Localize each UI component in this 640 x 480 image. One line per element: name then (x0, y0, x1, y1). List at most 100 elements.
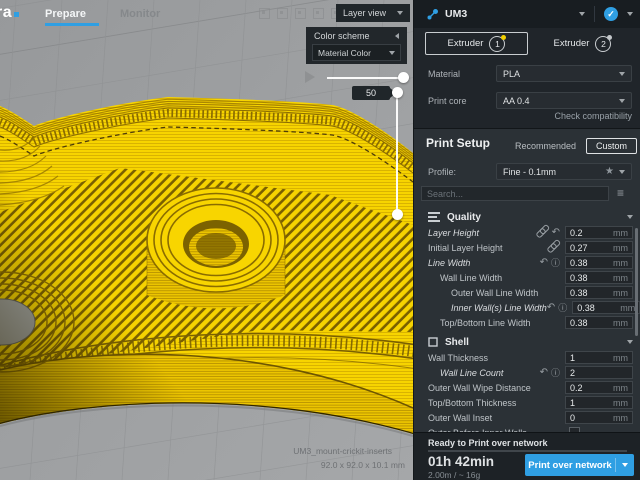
info-icon[interactable]: ⓘ (551, 258, 560, 268)
setting-row: Top/Bottom Line Width 0.38mm (414, 315, 640, 330)
network-printer-icon (426, 8, 439, 21)
revert-icon[interactable]: ↶ (540, 368, 548, 378)
extruder-tabs: Extruder 1 Extruder 2 (425, 32, 634, 55)
setting-value-field[interactable]: 0.38mm (565, 316, 633, 329)
path-slider-handle[interactable] (398, 72, 409, 83)
revert-icon[interactable]: ↶ (547, 303, 555, 313)
tab-prepare-underline (45, 23, 99, 26)
tool-icon-2-icon[interactable] (277, 8, 288, 19)
extruder-2-badge: 2 (595, 36, 611, 52)
chevron-down-icon[interactable] (627, 12, 633, 16)
print-core-select[interactable]: AA 0.4 (496, 92, 632, 109)
setting-value-field[interactable]: 0.38mm (572, 301, 640, 314)
section-header-shell[interactable]: Shell (414, 334, 640, 350)
chevron-down-icon (389, 51, 395, 55)
setting-label: Line Width (414, 258, 470, 268)
chevron-down-icon (619, 99, 625, 103)
shell-icon (428, 337, 438, 347)
printer-header[interactable]: UM3 ✓ (414, 0, 640, 28)
profile-select[interactable]: Fine - 0.1mm ★ (496, 163, 632, 180)
check-compatibility-link[interactable]: Check compatibility (554, 111, 632, 121)
setting-value-field[interactable]: 1mm (565, 396, 633, 409)
link-icon[interactable] (535, 227, 546, 238)
chevron-down-icon (619, 170, 625, 174)
setting-value-field[interactable]: 0.2mm (565, 226, 633, 239)
connected-check-icon: ✓ (604, 7, 618, 21)
setting-row: Layer Height↶0.2mm (414, 225, 640, 240)
setting-row: Wall Line Width 0.38mm (414, 270, 640, 285)
layer-slider-track[interactable] (396, 93, 398, 214)
extruder-1-badge: 1 (489, 36, 505, 52)
extruder-1-tab[interactable]: Extruder 1 (425, 32, 528, 55)
material-label: Material (428, 69, 460, 79)
setting-row: Inner Wall(s) Line Width↶ⓘ 0.38mm (414, 300, 640, 315)
settings-scrollbar[interactable] (635, 228, 638, 336)
layer-slider-lower-handle[interactable] (392, 209, 403, 220)
settings-menu-icon[interactable]: ≡ (617, 186, 624, 201)
setting-label: Wall Line Width (414, 273, 502, 283)
star-icon[interactable]: ★ (605, 166, 614, 177)
settings-search-input[interactable] (421, 186, 609, 201)
chevron-left-icon[interactable] (395, 33, 399, 39)
viewport[interactable]: ra Prepare Monitor Layer view Color sche… (0, 0, 413, 480)
setting-label: Outer Wall Line Width (414, 288, 538, 298)
setting-value-field[interactable]: 0mm (565, 411, 633, 424)
print-over-network-button[interactable]: Print over network (525, 454, 634, 476)
setting-row: Initial Layer Height0.27mm (414, 240, 640, 255)
logo-dot (14, 12, 19, 17)
material-usage-estimate: 2.00m / ~ 16g (428, 470, 480, 480)
setting-row: Outer Wall Inset 0mm (414, 410, 640, 425)
print-setup-block: Print Setup Recommended Custom Profile: … (414, 129, 640, 432)
setting-value-field[interactable]: 0.27mm (565, 241, 633, 254)
layer-slider-upper-handle[interactable] (392, 87, 403, 98)
setting-value-field[interactable]: 2 (565, 366, 633, 379)
info-icon[interactable]: ⓘ (558, 303, 567, 313)
model-name: UM3_mount-crickit-inserts (160, 444, 392, 458)
tab-prepare[interactable]: Prepare (45, 8, 86, 20)
custom-mode-button[interactable]: Custom (586, 138, 637, 154)
section-header-quality[interactable]: Quality (414, 209, 640, 225)
chevron-down-icon (627, 340, 633, 344)
chevron-down-icon (619, 72, 625, 76)
color-scheme-dropdown[interactable]: Material Color (312, 44, 401, 61)
setting-label: Top/Bottom Line Width (414, 318, 531, 328)
tool-icon-4-icon[interactable] (313, 8, 324, 19)
tab-monitor[interactable]: Monitor (120, 8, 160, 20)
link-icon[interactable] (546, 242, 557, 253)
print-job-bar: Ready to Print over network 01h 42min 2.… (414, 432, 640, 480)
job-status-text: Ready to Print over network (428, 438, 548, 448)
model-dimensions: 92.0 x 92.0 x 10.1 mm (160, 458, 405, 472)
cura-logo: ra (0, 4, 19, 22)
setting-label: Inner Wall(s) Line Width (414, 303, 547, 313)
view-mode-dropdown[interactable]: Layer view (336, 4, 410, 22)
print-setup-title: Print Setup (426, 136, 490, 150)
chevron-down-icon[interactable] (579, 12, 585, 16)
extruder-2-tab[interactable]: Extruder 2 (531, 32, 634, 55)
setting-label: Outer Wall Inset (414, 413, 492, 423)
view-mode-value: Layer view (343, 8, 386, 18)
info-icon[interactable]: ⓘ (551, 368, 560, 378)
setting-value-field[interactable]: 0.38mm (565, 271, 633, 284)
setting-label: Wall Thickness (414, 353, 488, 363)
recommended-mode-button[interactable]: Recommended (505, 138, 586, 154)
chevron-down-icon (397, 11, 403, 15)
quality-icon (428, 212, 440, 222)
setting-value-field[interactable]: 0.38mm (565, 286, 633, 299)
revert-icon[interactable]: ↶ (540, 258, 548, 268)
material-select[interactable]: PLA (496, 65, 632, 82)
layer-number-badge: 50 (352, 86, 390, 100)
setting-value-field[interactable]: 0.38mm (565, 256, 633, 269)
color-scheme-panel: Color scheme Material Color (306, 27, 407, 64)
chevron-down-icon[interactable] (622, 463, 628, 467)
setting-row: Outer Before Inner Walls (414, 425, 640, 432)
setting-value-field[interactable]: 1mm (565, 351, 633, 364)
play-icon[interactable] (305, 71, 315, 83)
setting-row: Top/Bottom Thickness1mm (414, 395, 640, 410)
setting-value-field[interactable]: 0.2mm (565, 381, 633, 394)
path-slider-track[interactable] (327, 77, 402, 79)
viewport-3d-scene[interactable] (0, 0, 413, 480)
tool-icon-1-icon[interactable] (259, 8, 270, 19)
tool-icon-3-icon[interactable] (295, 8, 306, 19)
color-scheme-value: Material Color (318, 48, 371, 58)
revert-icon[interactable]: ↶ (552, 228, 560, 238)
